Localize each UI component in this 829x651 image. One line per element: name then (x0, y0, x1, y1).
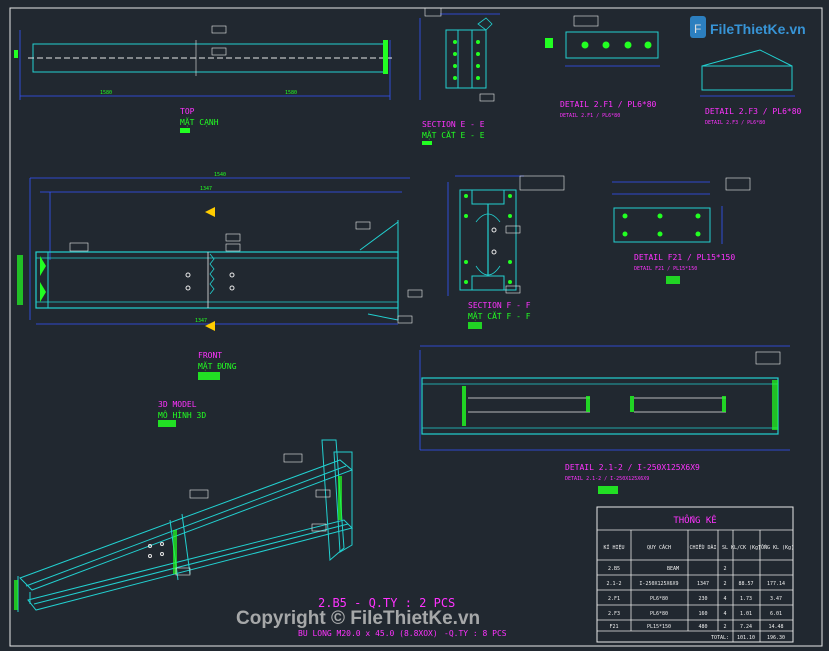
section-ee-subtitle: MẶT CẮT E - E (422, 129, 485, 140)
stats-cell: 1.73 (740, 596, 752, 602)
detail-2f3-subtitle: DETAIL 2.F3 / PL6*80 (705, 120, 765, 126)
stats-total-weight: 101.10 (737, 635, 755, 641)
detail-212-title: DETAIL 2.1-2 / I-250X125X6X9 (565, 463, 700, 472)
brand-logo: F (690, 16, 706, 38)
stats-cell: 7.24 (740, 624, 752, 630)
detail-2f1-title: DETAIL 2.F1 / PL6*80 (560, 100, 657, 109)
stats-header-qty: SL (722, 545, 728, 551)
stats-cell: 480 (698, 624, 707, 630)
stats-cell: 88.57 (738, 581, 753, 587)
stats-cell: 2.F1 (608, 596, 620, 602)
svg-text:1347: 1347 (195, 318, 207, 324)
stats-cell: 2.1-2 (606, 581, 621, 587)
section-ee-view (419, 7, 500, 102)
stats-cell: 2 (723, 624, 726, 630)
detail-2f3-view (700, 49, 795, 97)
section-ff-subtitle: MẶT CẮT F - F (468, 310, 531, 321)
drawing-canvas: 1580 1580 TOP MẶT CẠNH SECTION E - E MẶT… (9, 7, 823, 647)
bolt-note: BU LONG M20.0 x 45.0 (8.8XOX) (298, 629, 438, 638)
front-view-subtitle: MẶT ĐỨNG (198, 360, 237, 371)
svg-text:1347: 1347 (200, 186, 212, 192)
section-ff-view (447, 175, 565, 296)
top-view-title: TOP (180, 107, 195, 116)
svg-text:1540: 1540 (214, 172, 226, 178)
stats-header-mark: KÍ HIỆU (603, 543, 624, 551)
stats-cell: PL6*80 (650, 596, 668, 602)
detail-212-view (419, 345, 790, 451)
stats-cell: 14.48 (768, 624, 783, 630)
bolt-qty: -Q.TY : 8 PCS (444, 629, 507, 638)
stats-cell: 230 (698, 596, 707, 602)
svg-text:1580: 1580 (285, 90, 297, 96)
detail-2f1-subtitle: DETAIL 2.F1 / PL6*80 (560, 113, 620, 119)
section-ee-title: SECTION E - E (422, 120, 485, 129)
stats-cell: 4 (723, 611, 726, 617)
stats-cell: 2 (723, 566, 726, 572)
stats-cell: 1347 (697, 581, 709, 587)
stats-cell: 2.B5 (608, 566, 620, 572)
model3d-subtitle: MÔ HÌNH 3D (158, 409, 206, 420)
detail-212-subtitle: DETAIL 2.1-2 / I-250X125X6X9 (565, 476, 649, 482)
detail-f21-title: DETAIL F21 / PL15*150 (634, 253, 735, 262)
stats-cell: 1.01 (740, 611, 752, 617)
stats-header-unit-weight: KL/CK (Kg) (731, 545, 761, 551)
stats-total-label: TOTAL: (711, 635, 729, 641)
front-view: 1540 1347 1347 (17, 172, 423, 331)
stats-cell: 6.01 (770, 611, 782, 617)
detail-f21-subtitle: DETAIL F21 / PL15*150 (634, 266, 697, 272)
detail-2f3-title: DETAIL 2.F3 / PL6*80 (705, 107, 802, 116)
stats-cell: 3.47 (770, 596, 782, 602)
stats-cell: 177.14 (767, 581, 785, 587)
stats-cell: BEAM (667, 566, 679, 572)
stats-cell: 160 (698, 611, 707, 617)
stats-cell: 2 (723, 581, 726, 587)
section-ff-title: SECTION F - F (468, 301, 531, 310)
svg-text:1580: 1580 (100, 90, 112, 96)
top-view-subtitle: MẶT CẠNH (180, 117, 219, 127)
front-view-title: FRONT (198, 351, 222, 360)
model3d-title: 3D MODEL (158, 400, 197, 409)
detail-2f1-view (545, 15, 660, 67)
detail-f21-view (612, 177, 751, 244)
stats-cell: PL15*150 (647, 624, 671, 630)
stats-grand-total: 196.30 (767, 635, 785, 641)
stats-table-title: THỐNG KÊ (673, 514, 716, 526)
stats-cell: I-250X125X6X9 (639, 581, 678, 587)
stats-header-length: CHIỀU DÀI (689, 543, 716, 551)
stats-header-spec: QUY CÁCH (647, 544, 671, 551)
stats-cell: F21 (609, 624, 618, 630)
brand-logo-text: FileThietKe.vn (710, 21, 806, 37)
stats-cell: 2.F3 (608, 611, 620, 617)
stats-cell: 4 (723, 596, 726, 602)
model3d-view (14, 439, 353, 612)
stats-cell: PL6*80 (650, 611, 668, 617)
stats-header-total-weight: TỔNG KL (Kg) (758, 544, 794, 551)
svg-text:F: F (694, 22, 701, 36)
top-view: 1580 1580 (14, 25, 392, 100)
copyright-watermark: Copyright © FileThietKe.vn (236, 608, 480, 629)
stats-table (596, 506, 794, 643)
